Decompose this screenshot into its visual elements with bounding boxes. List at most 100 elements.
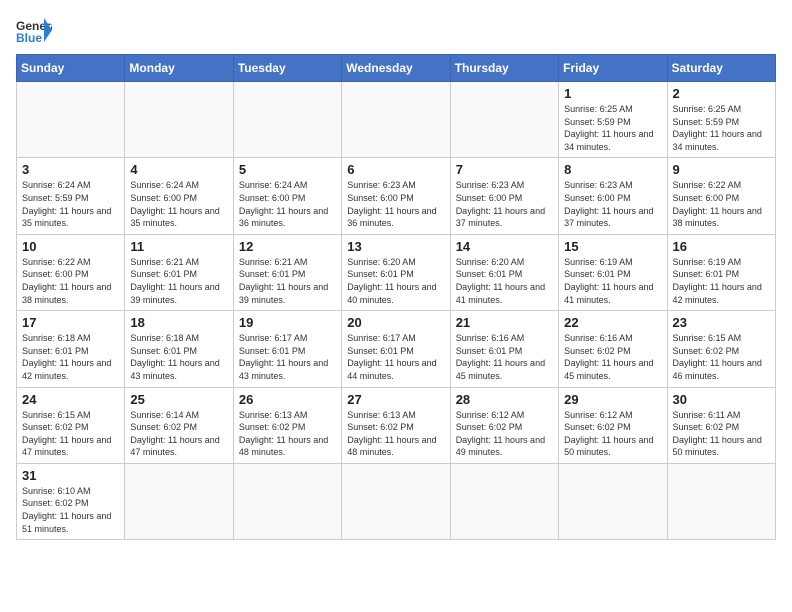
day-info: Sunrise: 6:23 AM Sunset: 6:00 PM Dayligh… — [456, 179, 553, 229]
day-number: 25 — [130, 392, 227, 407]
day-number: 21 — [456, 315, 553, 330]
logo: General Blue — [16, 16, 56, 44]
calendar-cell — [233, 463, 341, 539]
calendar-cell: 6 Sunrise: 6:23 AM Sunset: 6:00 PM Daylig… — [342, 158, 450, 234]
day-info: Sunrise: 6:24 AM Sunset: 6:00 PM Dayligh… — [130, 179, 227, 229]
day-info: Sunrise: 6:25 AM Sunset: 5:59 PM Dayligh… — [673, 103, 770, 153]
day-number: 23 — [673, 315, 770, 330]
day-info: Sunrise: 6:13 AM Sunset: 6:02 PM Dayligh… — [347, 409, 444, 459]
day-info: Sunrise: 6:22 AM Sunset: 6:00 PM Dayligh… — [673, 179, 770, 229]
day-number: 20 — [347, 315, 444, 330]
calendar-cell: 26 Sunrise: 6:13 AM Sunset: 6:02 PM Dayli… — [233, 387, 341, 463]
calendar-cell — [233, 82, 341, 158]
calendar-cell: 27 Sunrise: 6:13 AM Sunset: 6:02 PM Dayli… — [342, 387, 450, 463]
calendar-cell: 8Sunrise: 6:23 AM Sunset: 6:00 PM Daylig… — [559, 158, 667, 234]
calendar-cell — [667, 463, 775, 539]
day-info: Sunrise: 6:25 AM Sunset: 5:59 PM Dayligh… — [564, 103, 661, 153]
calendar-cell: 2 Sunrise: 6:25 AM Sunset: 5:59 PM Daylig… — [667, 82, 775, 158]
day-number: 5 — [239, 162, 336, 177]
day-number: 26 — [239, 392, 336, 407]
calendar-cell: 25 Sunrise: 6:14 AM Sunset: 6:02 PM Dayli… — [125, 387, 233, 463]
day-number: 12 — [239, 239, 336, 254]
calendar-cell: 12 Sunrise: 6:21 AM Sunset: 6:01 PM Dayli… — [233, 234, 341, 310]
day-number: 14 — [456, 239, 553, 254]
day-number: 30 — [673, 392, 770, 407]
calendar-cell: 24 Sunrise: 6:15 AM Sunset: 6:02 PM Dayli… — [17, 387, 125, 463]
calendar-cell: 17 Sunrise: 6:18 AM Sunset: 6:01 PM Dayli… — [17, 311, 125, 387]
day-number: 2 — [673, 86, 770, 101]
calendar-cell — [450, 463, 558, 539]
weekday-header-thursday: Thursday — [450, 55, 558, 82]
day-info: Sunrise: 6:22 AM Sunset: 6:00 PM Dayligh… — [22, 256, 119, 306]
day-number: 6 — [347, 162, 444, 177]
calendar-week-row: 31Sunrise: 6:10 AM Sunset: 6:02 PM Dayli… — [17, 463, 776, 539]
calendar-cell: 15Sunrise: 6:19 AM Sunset: 6:01 PM Dayli… — [559, 234, 667, 310]
day-info: Sunrise: 6:18 AM Sunset: 6:01 PM Dayligh… — [22, 332, 119, 382]
calendar-table: SundayMondayTuesdayWednesdayThursdayFrid… — [16, 54, 776, 540]
day-info: Sunrise: 6:19 AM Sunset: 6:01 PM Dayligh… — [673, 256, 770, 306]
calendar-cell: 13 Sunrise: 6:20 AM Sunset: 6:01 PM Dayli… — [342, 234, 450, 310]
calendar-cell: 5 Sunrise: 6:24 AM Sunset: 6:00 PM Daylig… — [233, 158, 341, 234]
calendar-cell — [17, 82, 125, 158]
calendar-week-row: 24 Sunrise: 6:15 AM Sunset: 6:02 PM Dayli… — [17, 387, 776, 463]
day-info: Sunrise: 6:17 AM Sunset: 6:01 PM Dayligh… — [347, 332, 444, 382]
day-number: 27 — [347, 392, 444, 407]
calendar-cell — [342, 82, 450, 158]
day-info: Sunrise: 6:21 AM Sunset: 6:01 PM Dayligh… — [130, 256, 227, 306]
calendar-cell: 11 Sunrise: 6:21 AM Sunset: 6:01 PM Dayli… — [125, 234, 233, 310]
day-number: 11 — [130, 239, 227, 254]
day-number: 16 — [673, 239, 770, 254]
weekday-header-monday: Monday — [125, 55, 233, 82]
day-number: 31 — [22, 468, 119, 483]
day-info: Sunrise: 6:13 AM Sunset: 6:02 PM Dayligh… — [239, 409, 336, 459]
day-info: Sunrise: 6:16 AM Sunset: 6:02 PM Dayligh… — [564, 332, 661, 382]
day-info: Sunrise: 6:16 AM Sunset: 6:01 PM Dayligh… — [456, 332, 553, 382]
calendar-cell: 9 Sunrise: 6:22 AM Sunset: 6:00 PM Daylig… — [667, 158, 775, 234]
calendar-cell: 20 Sunrise: 6:17 AM Sunset: 6:01 PM Dayli… — [342, 311, 450, 387]
calendar-cell — [450, 82, 558, 158]
calendar-cell: 7 Sunrise: 6:23 AM Sunset: 6:00 PM Daylig… — [450, 158, 558, 234]
day-number: 13 — [347, 239, 444, 254]
calendar-cell: 3Sunrise: 6:24 AM Sunset: 5:59 PM Daylig… — [17, 158, 125, 234]
day-number: 15 — [564, 239, 661, 254]
logo-icon: General Blue — [16, 16, 52, 44]
calendar-cell: 10Sunrise: 6:22 AM Sunset: 6:00 PM Dayli… — [17, 234, 125, 310]
weekday-header-friday: Friday — [559, 55, 667, 82]
weekday-header-tuesday: Tuesday — [233, 55, 341, 82]
weekday-header-saturday: Saturday — [667, 55, 775, 82]
day-number: 3 — [22, 162, 119, 177]
calendar-cell: 18Sunrise: 6:18 AM Sunset: 6:01 PM Dayli… — [125, 311, 233, 387]
day-number: 28 — [456, 392, 553, 407]
calendar-week-row: 17 Sunrise: 6:18 AM Sunset: 6:01 PM Dayli… — [17, 311, 776, 387]
calendar-cell — [342, 463, 450, 539]
day-info: Sunrise: 6:15 AM Sunset: 6:02 PM Dayligh… — [22, 409, 119, 459]
day-info: Sunrise: 6:23 AM Sunset: 6:00 PM Dayligh… — [347, 179, 444, 229]
calendar-cell: 22Sunrise: 6:16 AM Sunset: 6:02 PM Dayli… — [559, 311, 667, 387]
calendar-cell: 19Sunrise: 6:17 AM Sunset: 6:01 PM Dayli… — [233, 311, 341, 387]
calendar-cell: 23Sunrise: 6:15 AM Sunset: 6:02 PM Dayli… — [667, 311, 775, 387]
calendar-cell: 29Sunrise: 6:12 AM Sunset: 6:02 PM Dayli… — [559, 387, 667, 463]
weekday-header-sunday: Sunday — [17, 55, 125, 82]
day-info: Sunrise: 6:20 AM Sunset: 6:01 PM Dayligh… — [347, 256, 444, 306]
weekday-header-row: SundayMondayTuesdayWednesdayThursdayFrid… — [17, 55, 776, 82]
day-number: 4 — [130, 162, 227, 177]
calendar-cell: 30Sunrise: 6:11 AM Sunset: 6:02 PM Dayli… — [667, 387, 775, 463]
calendar-week-row: 3Sunrise: 6:24 AM Sunset: 5:59 PM Daylig… — [17, 158, 776, 234]
calendar-cell — [559, 463, 667, 539]
day-number: 7 — [456, 162, 553, 177]
day-number: 24 — [22, 392, 119, 407]
svg-text:Blue: Blue — [16, 31, 42, 44]
day-info: Sunrise: 6:21 AM Sunset: 6:01 PM Dayligh… — [239, 256, 336, 306]
day-info: Sunrise: 6:24 AM Sunset: 6:00 PM Dayligh… — [239, 179, 336, 229]
weekday-header-wednesday: Wednesday — [342, 55, 450, 82]
day-number: 9 — [673, 162, 770, 177]
calendar-cell: 31Sunrise: 6:10 AM Sunset: 6:02 PM Dayli… — [17, 463, 125, 539]
day-number: 17 — [22, 315, 119, 330]
calendar-cell: 14Sunrise: 6:20 AM Sunset: 6:01 PM Dayli… — [450, 234, 558, 310]
day-info: Sunrise: 6:14 AM Sunset: 6:02 PM Dayligh… — [130, 409, 227, 459]
calendar-cell — [125, 82, 233, 158]
day-info: Sunrise: 6:17 AM Sunset: 6:01 PM Dayligh… — [239, 332, 336, 382]
calendar-cell — [125, 463, 233, 539]
calendar-cell: 1Sunrise: 6:25 AM Sunset: 5:59 PM Daylig… — [559, 82, 667, 158]
day-info: Sunrise: 6:18 AM Sunset: 6:01 PM Dayligh… — [130, 332, 227, 382]
